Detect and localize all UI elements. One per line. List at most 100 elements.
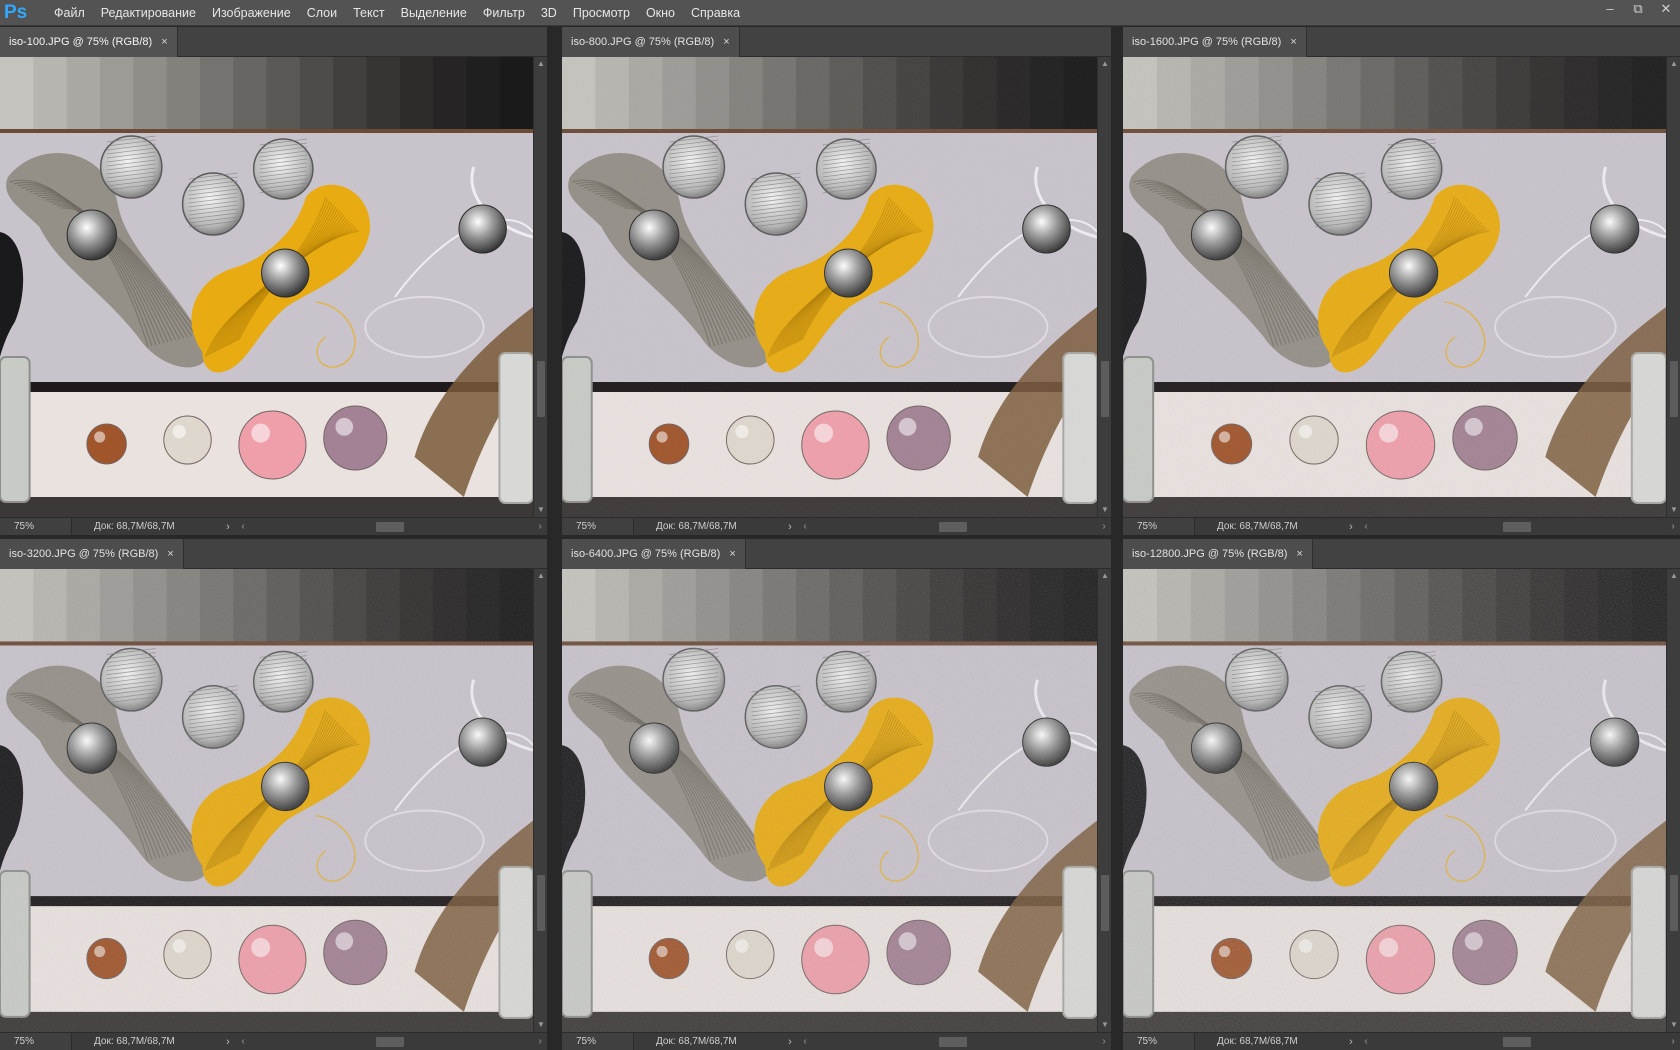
close-icon[interactable]: ×: [161, 36, 167, 48]
scroll-down-icon[interactable]: ▼: [1667, 1018, 1680, 1032]
close-window-button[interactable]: ✕: [1652, 0, 1680, 20]
scroll-down-icon[interactable]: ▼: [1098, 503, 1112, 517]
scroll-up-icon[interactable]: ▲: [1667, 57, 1680, 71]
menu-layers[interactable]: Слои: [299, 0, 345, 26]
status-menu-chevron-icon[interactable]: ›: [220, 521, 236, 533]
close-icon[interactable]: ×: [729, 548, 735, 560]
zoom-level-field[interactable]: 75%: [1123, 518, 1195, 535]
status-menu-chevron-icon[interactable]: ›: [1343, 1036, 1359, 1048]
close-icon[interactable]: ×: [1290, 36, 1296, 48]
scroll-thumb[interactable]: [1101, 361, 1109, 417]
zoom-level-field[interactable]: 75%: [1123, 1033, 1195, 1050]
horizontal-scrollbar[interactable]: ‹ ›: [798, 1033, 1111, 1050]
menu-edit[interactable]: Редактирование: [93, 0, 204, 26]
document-tab[interactable]: iso-800.JPG @ 75% (RGB/8) ×: [562, 27, 740, 57]
document-tab-title: iso-12800.JPG @ 75% (RGB/8): [1132, 548, 1288, 560]
close-icon[interactable]: ×: [723, 36, 729, 48]
close-icon[interactable]: ×: [167, 548, 173, 560]
menu-3d[interactable]: 3D: [533, 0, 565, 26]
scroll-right-icon[interactable]: ›: [533, 518, 547, 535]
document-canvas[interactable]: [0, 57, 533, 517]
scroll-thumb[interactable]: [1503, 1037, 1531, 1047]
scroll-down-icon[interactable]: ▼: [1667, 503, 1680, 517]
horizontal-scrollbar[interactable]: ‹ ›: [236, 518, 547, 535]
vertical-scrollbar[interactable]: ▲ ▼: [533, 57, 547, 517]
scroll-thumb[interactable]: [376, 522, 404, 532]
menu-type[interactable]: Текст: [345, 0, 392, 26]
document-tab[interactable]: iso-6400.JPG @ 75% (RGB/8) ×: [562, 539, 746, 569]
scroll-down-icon[interactable]: ▼: [1098, 1018, 1112, 1032]
minimize-button[interactable]: –: [1596, 0, 1624, 20]
document-canvas[interactable]: [562, 569, 1097, 1032]
scroll-down-icon[interactable]: ▼: [534, 1018, 548, 1032]
scroll-up-icon[interactable]: ▲: [1098, 569, 1112, 583]
document-tab[interactable]: iso-3200.JPG @ 75% (RGB/8) ×: [0, 539, 184, 569]
scroll-right-icon[interactable]: ›: [1666, 518, 1680, 535]
status-menu-chevron-icon[interactable]: ›: [220, 1036, 236, 1048]
document-tab-title: iso-1600.JPG @ 75% (RGB/8): [1132, 36, 1282, 48]
scroll-thumb[interactable]: [376, 1037, 404, 1047]
scroll-thumb[interactable]: [939, 1037, 967, 1047]
horizontal-scrollbar[interactable]: ‹ ›: [1359, 1033, 1680, 1050]
scroll-up-icon[interactable]: ▲: [1098, 57, 1112, 71]
document-tab[interactable]: iso-1600.JPG @ 75% (RGB/8) ×: [1123, 27, 1307, 57]
status-bar: 75% Док: 68,7M/68,7M › ‹ ›: [0, 1032, 547, 1050]
horizontal-scrollbar[interactable]: ‹ ›: [1359, 518, 1680, 535]
horizontal-scrollbar[interactable]: ‹ ›: [236, 1033, 547, 1050]
scroll-thumb[interactable]: [1670, 875, 1678, 931]
vertical-scrollbar[interactable]: ▲ ▼: [1666, 569, 1680, 1032]
scroll-left-icon[interactable]: ‹: [798, 518, 812, 535]
status-menu-chevron-icon[interactable]: ›: [782, 1036, 798, 1048]
scroll-thumb[interactable]: [1670, 361, 1678, 417]
document-tab[interactable]: iso-100.JPG @ 75% (RGB/8) ×: [0, 27, 178, 57]
menu-view[interactable]: Просмотр: [565, 0, 638, 26]
document-canvas[interactable]: [1123, 57, 1666, 517]
scroll-left-icon[interactable]: ‹: [1359, 1033, 1373, 1050]
scroll-right-icon[interactable]: ›: [1666, 1033, 1680, 1050]
scroll-thumb[interactable]: [537, 875, 545, 931]
scroll-left-icon[interactable]: ‹: [236, 1033, 250, 1050]
scroll-right-icon[interactable]: ›: [533, 1033, 547, 1050]
vertical-scrollbar[interactable]: ▲ ▼: [1666, 57, 1680, 517]
menu-window[interactable]: Окно: [638, 0, 683, 26]
close-icon[interactable]: ×: [1296, 548, 1302, 560]
zoom-level-field[interactable]: 75%: [562, 518, 634, 535]
status-menu-chevron-icon[interactable]: ›: [782, 521, 798, 533]
menu-file[interactable]: Файл: [46, 0, 93, 26]
scroll-up-icon[interactable]: ▲: [534, 569, 548, 583]
scroll-down-icon[interactable]: ▼: [534, 503, 548, 517]
document-canvas[interactable]: [1123, 569, 1666, 1032]
vertical-scrollbar[interactable]: ▲ ▼: [1097, 569, 1111, 1032]
menu-filter[interactable]: Фильтр: [475, 0, 533, 26]
gray-step-patch: [66, 57, 101, 129]
scroll-thumb[interactable]: [1503, 522, 1531, 532]
menu-select[interactable]: Выделение: [393, 0, 475, 26]
glass-bead: [86, 423, 127, 465]
scroll-thumb[interactable]: [1101, 875, 1109, 931]
document-canvas[interactable]: [0, 569, 533, 1032]
horizontal-scrollbar[interactable]: ‹ ›: [798, 518, 1111, 535]
menu-image[interactable]: Изображение: [204, 0, 299, 26]
scroll-up-icon[interactable]: ▲: [1667, 569, 1680, 583]
scroll-right-icon[interactable]: ›: [1097, 518, 1111, 535]
scroll-right-icon[interactable]: ›: [1097, 1033, 1111, 1050]
zoom-level-field[interactable]: 75%: [0, 518, 72, 535]
document-canvas[interactable]: [562, 57, 1097, 517]
scroll-left-icon[interactable]: ‹: [1359, 518, 1373, 535]
status-menu-chevron-icon[interactable]: ›: [1343, 521, 1359, 533]
document-size-info: Док: 68,7M/68,7M: [94, 521, 175, 532]
document-window: iso-100.JPG @ 75% (RGB/8) × ▲ ▼ 75% Док: 68,7…: [0, 27, 547, 535]
zoom-level-field[interactable]: 75%: [0, 1033, 72, 1050]
scroll-thumb[interactable]: [939, 522, 967, 532]
scroll-left-icon[interactable]: ‹: [236, 518, 250, 535]
scroll-up-icon[interactable]: ▲: [534, 57, 548, 71]
vertical-scrollbar[interactable]: ▲ ▼: [1097, 57, 1111, 517]
menu-help[interactable]: Справка: [683, 0, 748, 26]
restore-button[interactable]: ⧉: [1624, 0, 1652, 20]
document-tab[interactable]: iso-12800.JPG @ 75% (RGB/8) ×: [1123, 539, 1313, 569]
scroll-thumb[interactable]: [537, 361, 545, 417]
scroll-left-icon[interactable]: ‹: [798, 1033, 812, 1050]
zoom-level-field[interactable]: 75%: [562, 1033, 634, 1050]
vertical-scrollbar[interactable]: ▲ ▼: [533, 569, 547, 1032]
document-tab-title: iso-800.JPG @ 75% (RGB/8): [571, 36, 715, 48]
